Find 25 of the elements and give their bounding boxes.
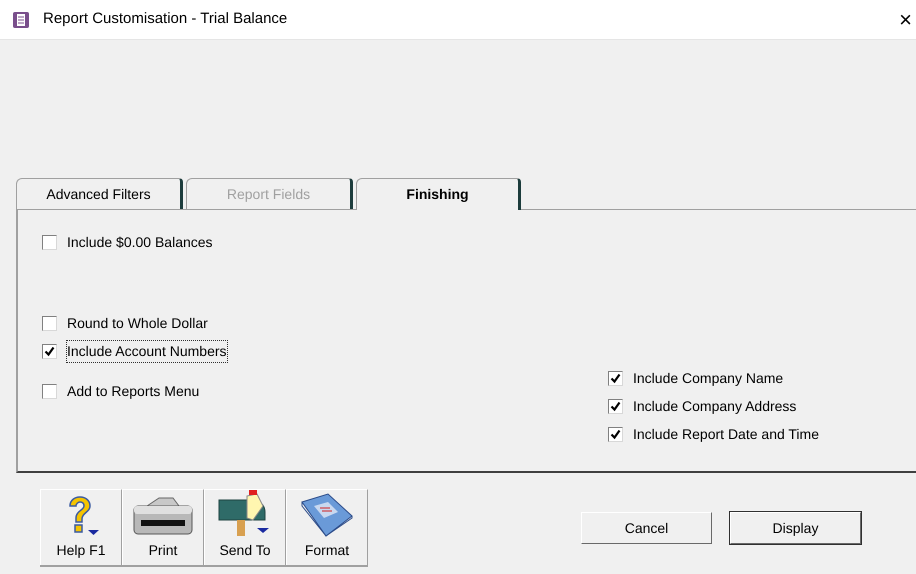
checkbox-label[interactable]: Include Company Name	[633, 368, 784, 388]
checkbox[interactable]	[608, 370, 623, 386]
checkbox-label[interactable]: Add to Reports Menu	[67, 380, 200, 402]
dialog-button[interactable]: Cancel	[581, 512, 712, 544]
checkbox[interactable]	[42, 234, 57, 250]
checkbox[interactable]	[608, 426, 623, 442]
checkbox[interactable]	[42, 384, 57, 398]
dialog-button[interactable]: Display	[730, 512, 861, 544]
app-icon	[12, 10, 30, 28]
toolbar-button[interactable]: Print	[122, 489, 204, 565]
toolbar-button[interactable]: Format	[286, 489, 368, 565]
close-button[interactable]: ×	[897, 8, 914, 30]
toolbar-button[interactable]: Help F1	[40, 489, 122, 565]
tab[interactable]: Finishing	[356, 178, 521, 210]
tab[interactable]: Advanced Filters	[16, 178, 183, 209]
checkbox[interactable]	[608, 398, 623, 414]
checkbox-label[interactable]: Round to Whole Dollar	[67, 312, 208, 334]
checkbox[interactable]	[42, 316, 57, 330]
window-title: Report Customisation - Trial Balance	[43, 9, 288, 30]
checkbox-label[interactable]: Include Company Address	[633, 396, 796, 416]
checkbox[interactable]	[42, 344, 57, 358]
checkbox-label[interactable]: Include Account Numbers	[67, 340, 227, 362]
toolbar-button[interactable]: Send To	[204, 489, 286, 565]
checkbox-label[interactable]: Include $0.00 Balances	[67, 232, 213, 252]
checkbox-label[interactable]: Include Report Date and Time	[633, 424, 819, 444]
